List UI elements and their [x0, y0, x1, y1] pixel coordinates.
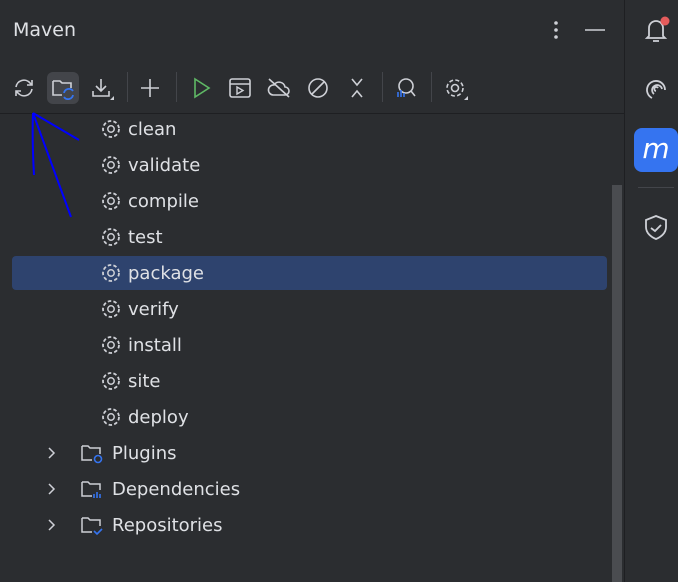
- chevron-right-icon[interactable]: [44, 517, 60, 533]
- play-icon: [194, 77, 211, 99]
- skip-tests-button[interactable]: [302, 72, 334, 104]
- settings-button[interactable]: [440, 72, 472, 104]
- lifecycle-label: validate: [128, 154, 201, 176]
- notifications-button[interactable]: [634, 8, 678, 52]
- lifecycle-label: site: [128, 370, 161, 392]
- folder-icon: [80, 442, 106, 464]
- lifecycle-label: install: [128, 334, 182, 356]
- gear-icon: [100, 118, 122, 140]
- bell-icon: [644, 16, 670, 42]
- lifecycle-label: deploy: [128, 406, 189, 428]
- skip-icon: [308, 78, 328, 98]
- security-button[interactable]: [634, 206, 678, 250]
- lifecycle-item-verify[interactable]: verify: [12, 292, 607, 326]
- annotation-arrow-icon: [31, 112, 80, 218]
- minimize-button[interactable]: [583, 18, 607, 42]
- chevron-right-icon[interactable]: [44, 481, 60, 497]
- tree-group-plugins[interactable]: Plugins: [12, 436, 607, 470]
- gear-icon: [100, 370, 122, 392]
- run-window-icon: [229, 78, 251, 98]
- maven-tool-window: Maven clean validate compile test package ver…: [0, 0, 625, 582]
- lifecycle-item-validate[interactable]: validate: [12, 148, 607, 182]
- group-label: Repositories: [112, 514, 223, 536]
- lifecycle-label: compile: [128, 190, 199, 212]
- execute-goal-button[interactable]: [224, 72, 256, 104]
- panel-title: Maven: [13, 19, 77, 41]
- tree-group-dependencies[interactable]: Dependencies: [12, 472, 607, 506]
- gear-icon: [100, 298, 122, 320]
- analyze-dependencies-button[interactable]: [389, 72, 421, 104]
- run-button[interactable]: [185, 72, 217, 104]
- shield-check-icon: [645, 215, 667, 240]
- lifecycle-label: verify: [128, 298, 179, 320]
- folder-refresh-icon: [52, 80, 74, 100]
- group-label: Dependencies: [112, 478, 241, 500]
- right-tool-stripe: m: [626, 0, 678, 582]
- gear-icon: [100, 226, 122, 248]
- tree-group-repositories[interactable]: Repositories: [12, 508, 607, 542]
- lifecycle-item-clean[interactable]: clean: [12, 112, 607, 146]
- lifecycle-item-site[interactable]: site: [12, 364, 607, 398]
- add-project-button[interactable]: [134, 72, 166, 104]
- gear-icon: [100, 334, 122, 356]
- cloud-off-icon: [267, 78, 290, 98]
- collapse-icon: [351, 78, 363, 98]
- lifecycle-item-test[interactable]: test: [12, 220, 607, 254]
- lifecycle-item-install[interactable]: install: [12, 328, 607, 362]
- lifecycle-label: clean: [128, 118, 177, 140]
- chevron-right-icon[interactable]: [44, 445, 60, 461]
- analyze-icon: [397, 78, 416, 97]
- offline-mode-button[interactable]: [263, 72, 295, 104]
- lifecycle-label: package: [128, 262, 204, 284]
- gear-icon: [446, 79, 468, 100]
- folder-icon: [80, 514, 106, 536]
- plus-icon: [141, 79, 159, 97]
- more-options-button[interactable]: [544, 18, 568, 42]
- download-icon: [92, 79, 114, 100]
- gear-icon: [100, 406, 122, 428]
- refresh-icon: [15, 79, 33, 97]
- minimize-icon: [585, 29, 605, 31]
- gear-icon: [100, 190, 122, 212]
- gear-icon: [100, 154, 122, 176]
- kebab-icon: [554, 21, 558, 39]
- lifecycle-item-compile[interactable]: compile: [12, 184, 607, 218]
- lifecycle-label: test: [128, 226, 163, 248]
- lifecycle-item-package[interactable]: package: [12, 256, 607, 290]
- maven-icon: m: [642, 131, 670, 165]
- vertical-scrollbar[interactable]: [612, 185, 622, 582]
- group-label: Plugins: [112, 442, 177, 464]
- collapse-all-button[interactable]: [341, 72, 373, 104]
- folder-icon: [80, 478, 106, 500]
- gear-icon: [100, 262, 122, 284]
- ai-assistant-button[interactable]: [634, 68, 678, 112]
- spiral-icon: [646, 80, 666, 99]
- maven-button[interactable]: m: [634, 128, 678, 172]
- lifecycle-item-deploy[interactable]: deploy: [12, 400, 607, 434]
